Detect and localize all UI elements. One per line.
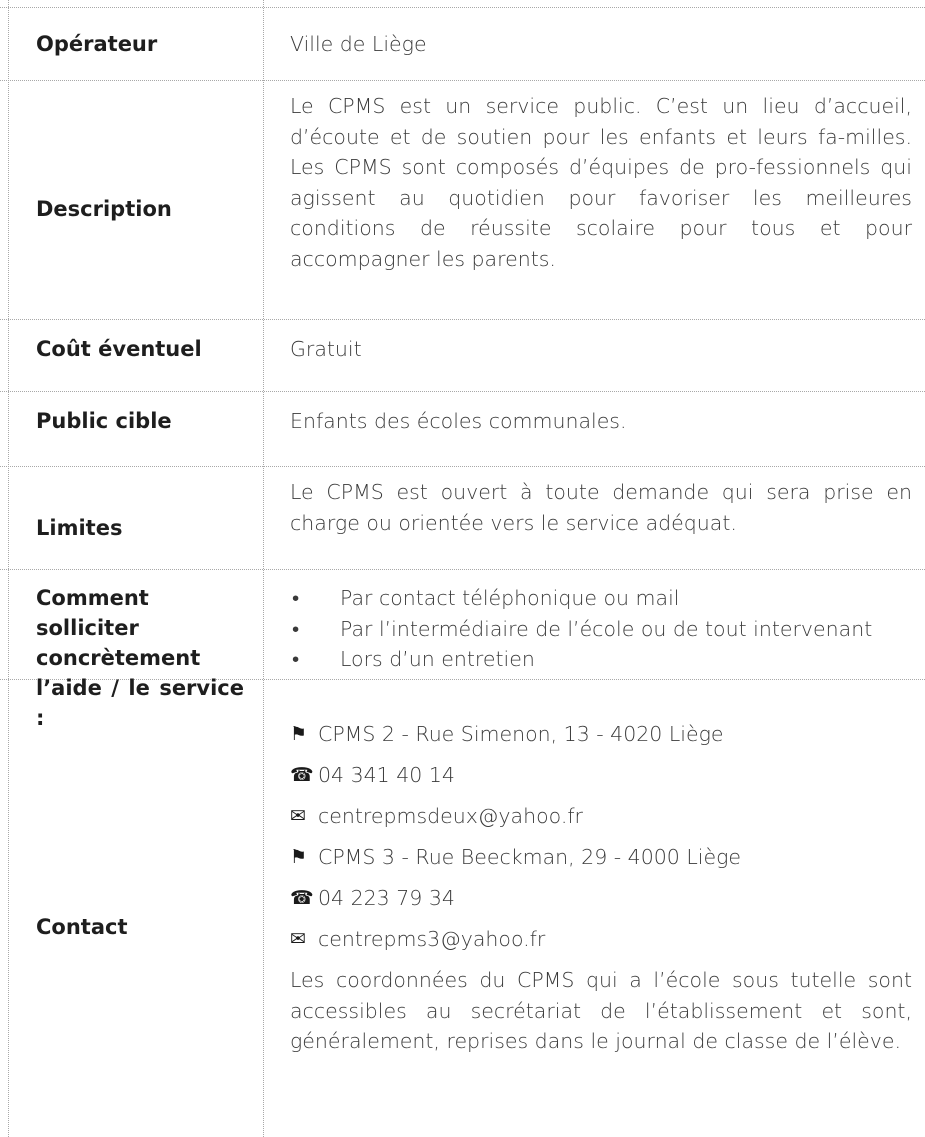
row-divider xyxy=(0,80,925,81)
operateur-value: Ville de Liège xyxy=(290,32,427,56)
phone-icon: ☎ xyxy=(290,763,314,786)
row-divider xyxy=(0,7,925,8)
phone-icon: ☎ xyxy=(290,886,314,909)
list-item: Par l’intermédiaire de l’école ou de tou… xyxy=(290,614,912,645)
contact-address-2: ⚑ CPMS 3 - Rue Beeckman, 29 - 4000 Liège xyxy=(290,842,912,872)
list-item: Lors d’un entretien xyxy=(290,644,912,675)
row-divider xyxy=(0,391,925,392)
list-item: Par contact téléphonique ou mail xyxy=(290,583,912,614)
envelope-icon: ✉ xyxy=(290,927,306,950)
row-divider xyxy=(0,466,925,467)
description-value: Le CPMS est un service public. C’est un … xyxy=(290,94,912,271)
row-divider xyxy=(0,569,925,570)
contact-phone-2: ☎ 04 223 79 34 xyxy=(290,883,912,913)
contact-note: Les coordonnées du CPMS qui a l’école so… xyxy=(290,968,912,1053)
operateur-label: Opérateur xyxy=(36,32,158,56)
contact-label: Contact xyxy=(36,915,128,939)
contact-email-2[interactable]: ✉ centrepms3@yahoo.fr xyxy=(290,924,912,954)
row-divider xyxy=(0,319,925,320)
contact-email-1[interactable]: ✉ centrepmsdeux@yahoo.fr xyxy=(290,801,912,831)
comment-label: Comment solliciter concrètement l’aide /… xyxy=(36,586,244,730)
cout-label: Coût éventuel xyxy=(36,337,202,361)
contact-block: ⚑ CPMS 2 - Rue Simenon, 13 - 4020 Liège … xyxy=(290,719,912,1057)
limites-label: Limites xyxy=(36,516,123,540)
public-label: Public cible xyxy=(36,409,172,433)
flag-icon: ⚑ xyxy=(290,845,308,868)
contact-phone-1: ☎ 04 341 40 14 xyxy=(290,760,912,790)
flag-icon: ⚑ xyxy=(290,722,308,745)
contact-address-1: ⚑ CPMS 2 - Rue Simenon, 13 - 4020 Liège xyxy=(290,719,912,749)
limites-value: Le CPMS est ouvert à toute demande qui s… xyxy=(290,480,912,535)
public-value: Enfants des écoles communales. xyxy=(290,409,627,433)
envelope-icon: ✉ xyxy=(290,804,306,827)
description-label: Description xyxy=(36,197,172,221)
comment-list: Par contact téléphonique ou mail Par l’i… xyxy=(290,583,912,675)
cout-value: Gratuit xyxy=(290,337,362,361)
